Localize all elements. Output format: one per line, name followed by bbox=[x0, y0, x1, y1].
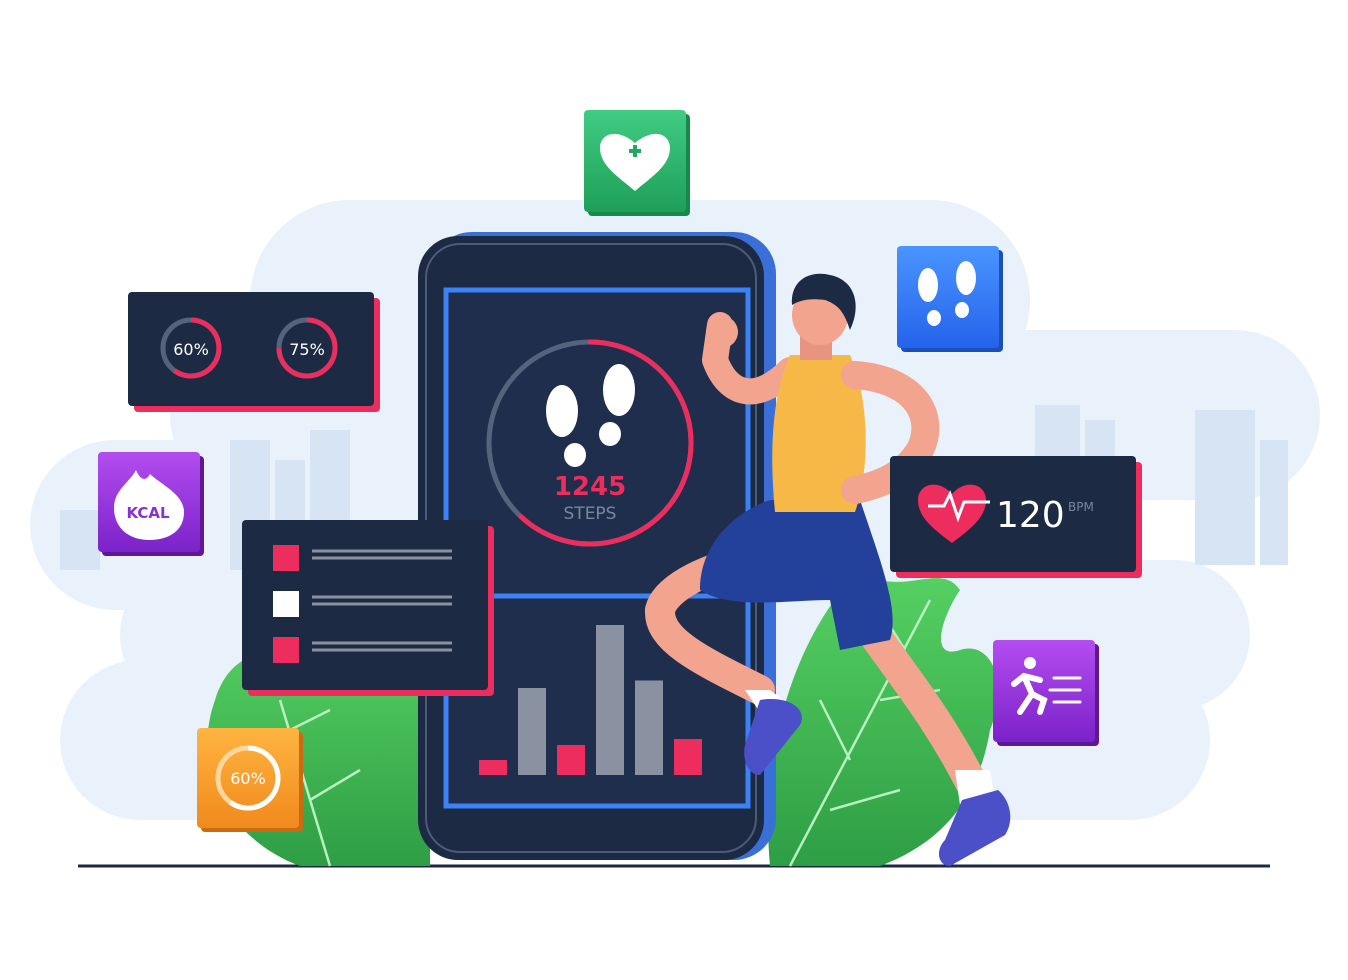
steps-count: 1245 bbox=[554, 472, 626, 502]
activity-bar bbox=[557, 745, 585, 775]
progress-tile: 60% bbox=[197, 728, 303, 832]
activity-bar bbox=[674, 739, 702, 775]
checklist-checkbox bbox=[273, 591, 299, 617]
gauge-right-value: 75% bbox=[289, 340, 325, 359]
heart-rate-unit: BPM bbox=[1068, 500, 1094, 514]
running-tile bbox=[993, 640, 1099, 746]
activity-bar bbox=[518, 688, 546, 775]
checklist-checkbox bbox=[273, 545, 299, 571]
health-tile bbox=[584, 110, 690, 216]
steps-tile bbox=[897, 246, 1003, 352]
activity-bar bbox=[479, 760, 507, 775]
heart-rate-value: 120 bbox=[996, 495, 1065, 536]
activity-bar bbox=[635, 680, 663, 775]
checklist-card bbox=[242, 520, 494, 696]
activity-bar bbox=[596, 625, 624, 775]
gauges-card: 60% 75% bbox=[128, 292, 380, 412]
kcal-label: KCAL bbox=[126, 504, 170, 522]
fitness-tracker-illustration: 1245 STEPS 60% 75% KCAL 60% 120 BPM bbox=[30, 110, 1320, 868]
heart-rate-card: 120 BPM bbox=[890, 456, 1142, 578]
gauge-left-value: 60% bbox=[173, 340, 209, 359]
steps-label: STEPS bbox=[564, 504, 617, 524]
kcal-tile: KCAL bbox=[98, 452, 204, 556]
progress-value: 60% bbox=[230, 769, 266, 788]
checklist-checkbox bbox=[273, 637, 299, 663]
